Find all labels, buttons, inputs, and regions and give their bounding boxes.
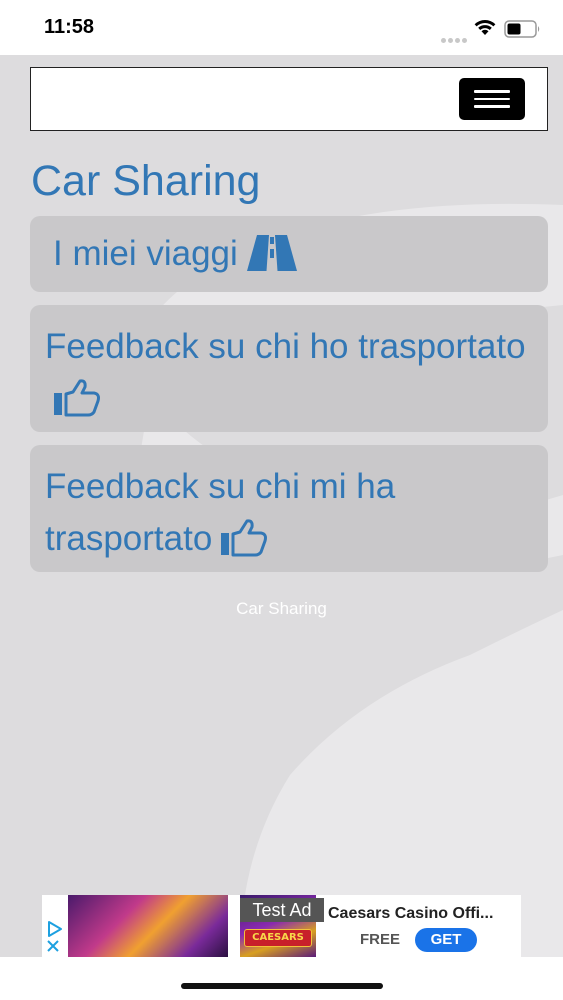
top-navbar (30, 67, 548, 131)
ad-price: FREE (360, 931, 401, 948)
app-content: Car Sharing I miei viaggi Feedback su ch… (0, 55, 563, 957)
ad-get-button[interactable]: GET (415, 928, 477, 952)
hamburger-menu-icon (474, 90, 510, 93)
test-ad-badge: Test Ad (240, 898, 324, 922)
ad-banner[interactable]: CAESARS Test Ad Caesars Casino Offi... F… (42, 895, 521, 957)
menu-item-feedback-transported[interactable]: Feedback su chi ho trasportato (30, 305, 548, 432)
page-title: Car Sharing (31, 157, 261, 205)
status-bar: 11:58 (0, 0, 563, 55)
battery-icon (504, 20, 540, 38)
ad-choices-icon[interactable] (42, 895, 68, 957)
menu-item-my-trips[interactable]: I miei viaggi (30, 216, 548, 292)
status-time: 11:58 (44, 16, 95, 38)
footer-text: Car Sharing (236, 599, 327, 618)
thumbs-up-icon (53, 379, 101, 432)
thumbs-up-icon (220, 519, 268, 572)
cellular-dots-icon (441, 30, 469, 48)
menu-item-feedback-transporter[interactable]: Feedback su chi mi ha trasportato (30, 445, 548, 572)
ad-logo: CAESARS (244, 929, 312, 947)
hamburger-menu-button[interactable] (459, 78, 525, 120)
home-indicator[interactable] (181, 983, 383, 989)
wifi-icon (474, 20, 496, 35)
ad-image[interactable] (68, 895, 228, 957)
road-icon (246, 234, 298, 287)
menu-item-label: Feedback su chi ho trasportato (45, 327, 526, 366)
menu-item-label: I miei viaggi (53, 234, 238, 273)
ad-title[interactable]: Caesars Casino Offi... (328, 905, 518, 923)
